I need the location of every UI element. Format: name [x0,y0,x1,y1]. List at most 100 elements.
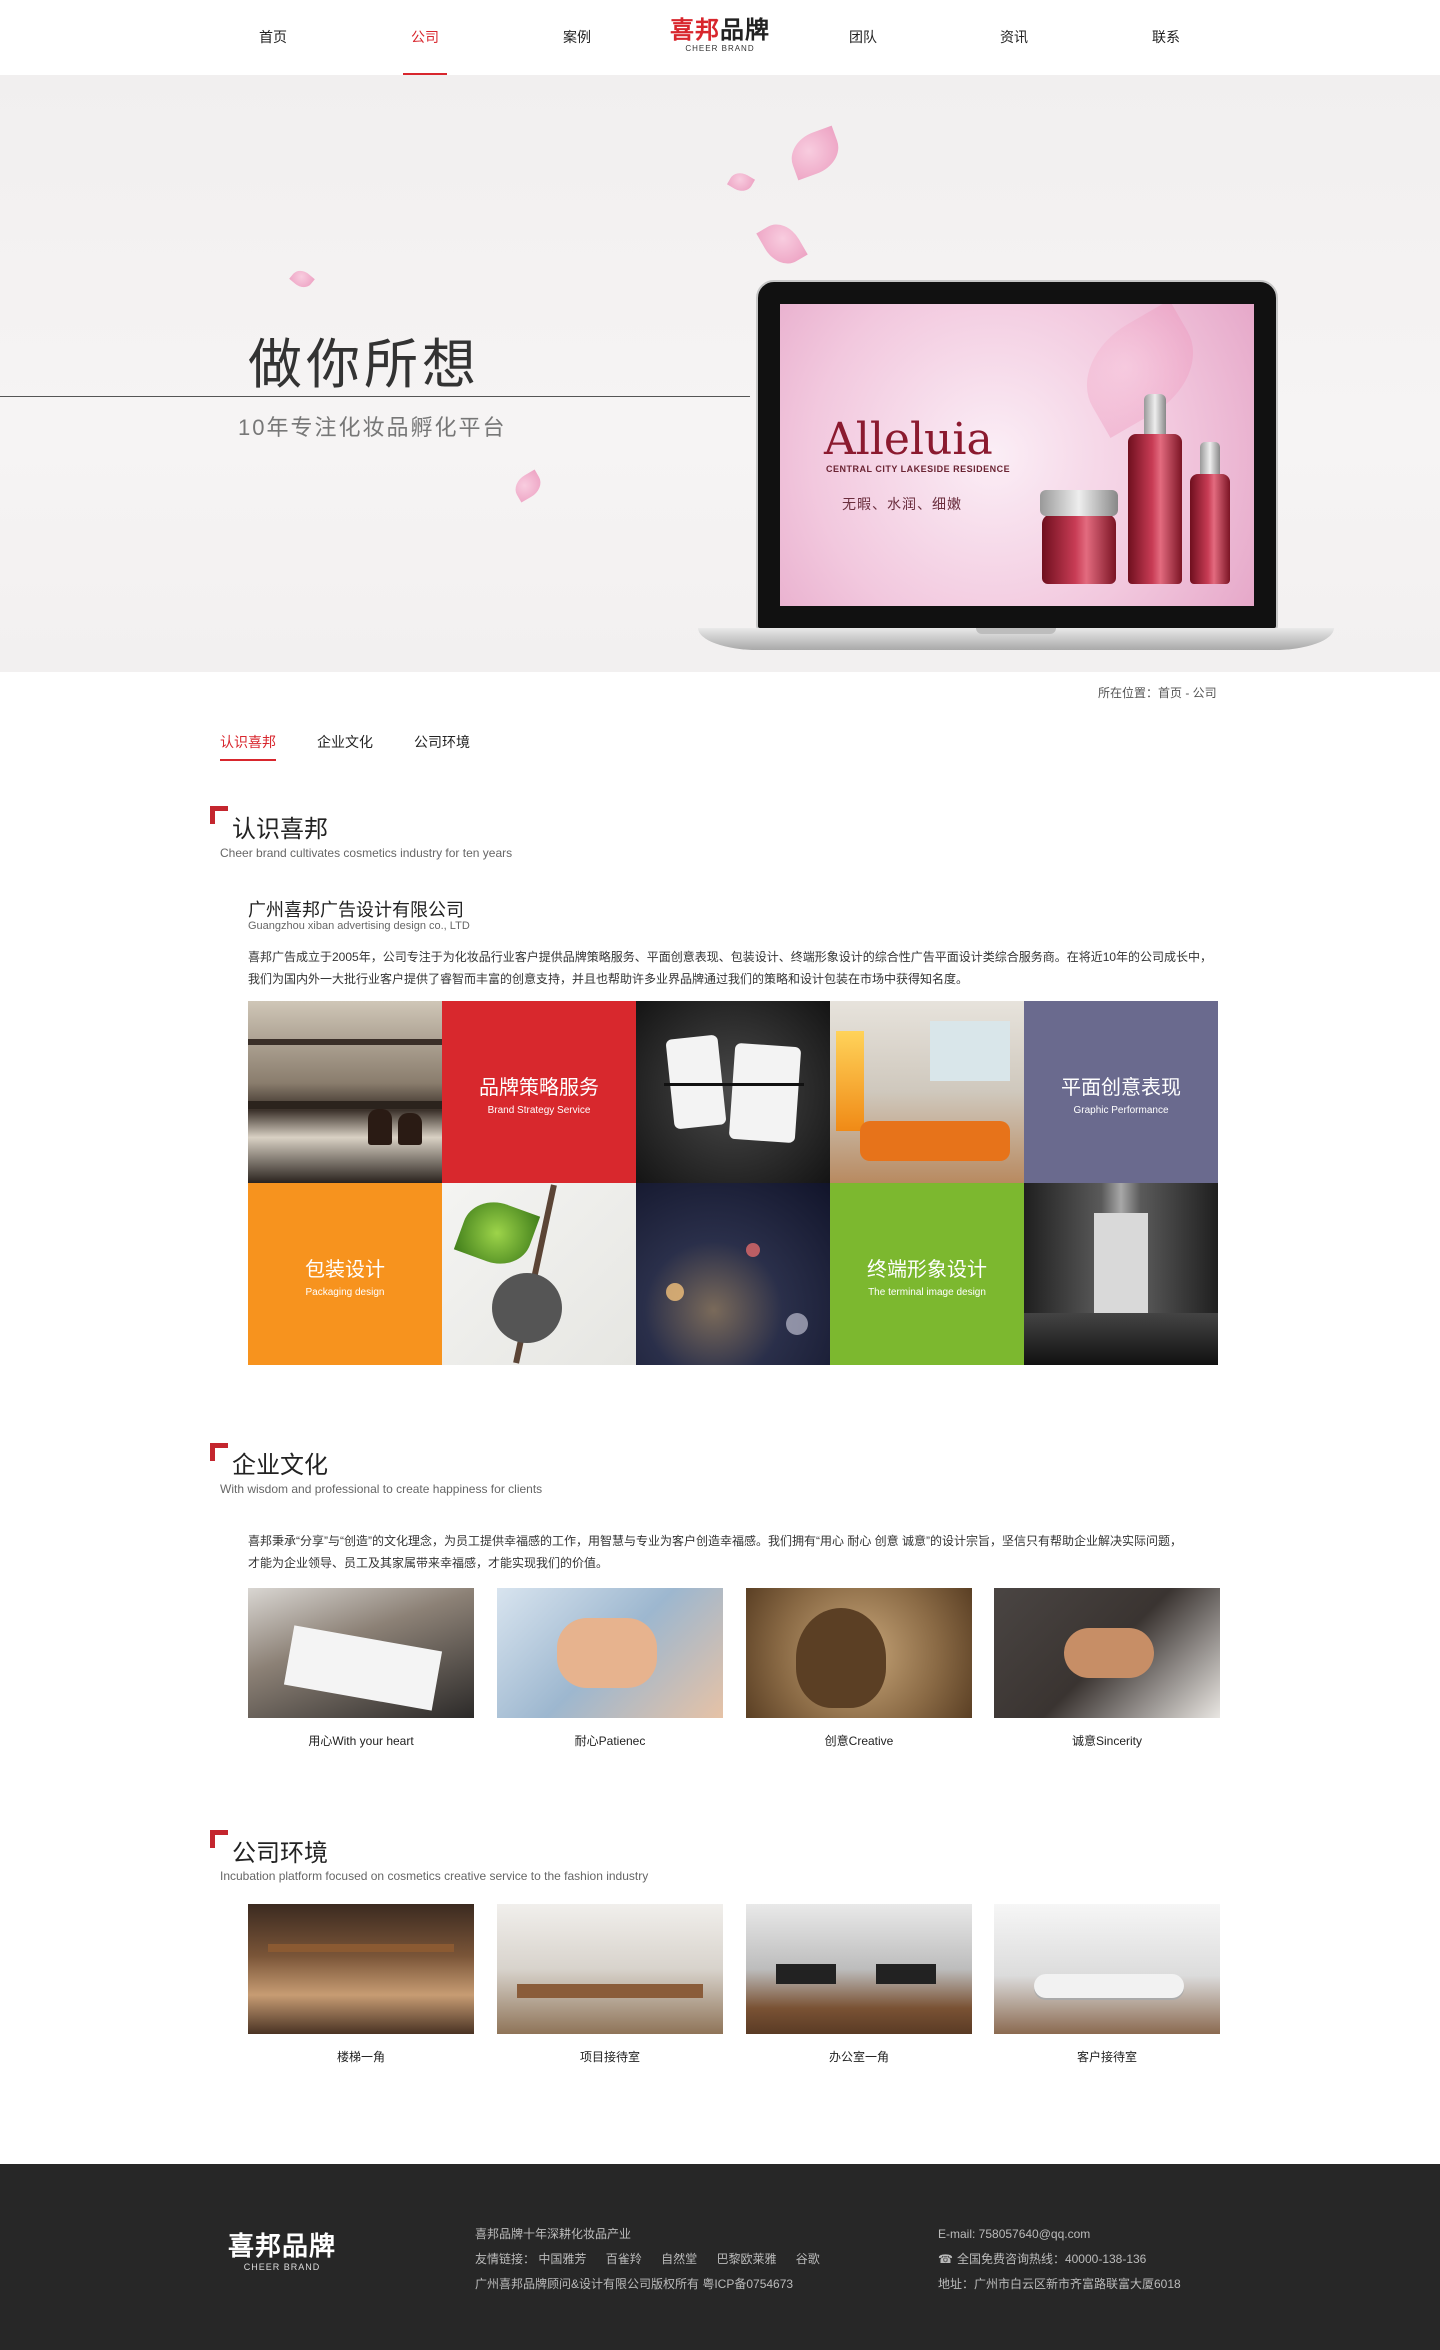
footer-links: 友情链接： 中国雅芳 百雀羚 自然堂 巴黎欧莱雅 谷歌 [475,2247,836,2272]
petal-decoration [1065,304,1215,438]
footer-email[interactable]: E-mail: 758057640@qq.com [938,2222,1181,2247]
lotion-bottle [1190,442,1230,584]
tab-about[interactable]: 认识喜邦 [220,732,276,762]
photo-tile-plant [442,1183,636,1365]
corridor-end [1094,1213,1148,1313]
photo-tile-corridor [1024,1183,1218,1365]
footer-hotline-row: ☎ 全国免费咨询热线：40000-138-136 [938,2247,1181,2272]
laptop-image: Alleluia CENTRAL CITY LAKESIDE RESIDENCE… [698,280,1334,655]
nav-home[interactable]: 首页 [228,0,318,75]
petal-decoration [726,168,756,196]
shelf-bottle [398,1113,422,1145]
flip-divider [664,1083,804,1086]
hero-banner: 做你所想 10年专注化妆品孵化平台 Alleluia CENTRAL CITY … [0,75,1440,672]
environment-photo-stairs [248,1904,474,2034]
footer-slogan: 喜邦品牌十年深耕化妆品产业 [475,2227,632,2241]
environment-card[interactable]: 办公室一角 [746,1904,972,2065]
footer-contact: E-mail: 758057640@qq.com ☎ 全国免费咨询热线：40000… [938,2222,1181,2297]
photo-tile-lounge [830,1001,1024,1183]
nav-team[interactable]: 团队 [818,0,908,75]
nav-news[interactable]: 资讯 [969,0,1059,75]
section-corner-mark [210,806,228,824]
footer-link-avon[interactable]: 中国雅芳 [538,2252,586,2266]
page: 首页 公司 案例 喜邦品牌 CHEER BRAND 团队 资讯 联系 做你所想 … [0,0,1440,2350]
petal-decoration [756,216,808,272]
culture-subtitle: With wisdom and professional to create h… [220,1482,543,1496]
corridor-floor [1024,1313,1218,1365]
culture-card[interactable]: 用心With your heart [248,1588,474,1749]
culture-card[interactable]: 创意Creative [746,1588,972,1749]
environment-card[interactable]: 客户接待室 [994,1904,1220,2065]
laptop-screen: Alleluia CENTRAL CITY LAKESIDE RESIDENCE… [780,304,1254,606]
monitors [776,1964,836,1984]
footer-logo[interactable]: 喜邦品牌 CHEER BRAND [220,2232,344,2272]
service-tile-graphic[interactable]: 平面创意表现 Graphic Performance [1024,1001,1218,1183]
logo-mark: 喜邦品牌 [663,17,777,43]
footer-hotline: 全国免费咨询热线：40000-138-136 [956,2252,1147,2266]
sign-circle [492,1273,562,1343]
service-subtitle: The terminal image design [868,1287,986,1298]
environment-card[interactable]: 楼梯一角 [248,1904,474,2065]
screen-tagline: 无暇、水润、细嫩 [842,496,962,512]
laptop-lid: Alleluia CENTRAL CITY LAKESIDE RESIDENCE… [756,280,1278,630]
petal-decoration [289,266,315,292]
service-title: 品牌策略服务 [479,1077,599,1099]
footer-logo-sub: CHEER BRAND [243,2262,321,2272]
environment-subtitle: Incubation platform focused on cosmetics… [220,1869,649,1883]
service-tile-terminal[interactable]: 终端形象设计 The terminal image design [830,1183,1024,1365]
culture-photo-creative [746,1588,972,1718]
footer-link-google[interactable]: 谷歌 [796,2252,820,2266]
culture-caption: 创意Creative [824,1734,894,1748]
footer-logo-mark: 喜邦品牌 [227,2232,336,2262]
logo[interactable]: 喜邦品牌 CHEER BRAND [663,17,777,61]
footer-link-pechoin[interactable]: 百雀羚 [606,2252,642,2266]
handshake [1064,1628,1154,1678]
footer-link-loreal[interactable]: 巴黎欧莱雅 [716,2252,776,2266]
culture-card[interactable]: 诚意Sincerity [994,1588,1220,1749]
service-subtitle: Brand Strategy Service [487,1105,591,1116]
nav-cases[interactable]: 案例 [532,0,622,75]
environment-caption: 楼梯一角 [336,2050,385,2064]
wood-beam [268,1944,454,1952]
company-name-en: Guangzhou xiban advertising design co., … [248,920,470,932]
environment-card[interactable]: 项目接待室 [497,1904,723,2065]
culture-photo-heart [248,1588,474,1718]
orange-sofas [860,1121,1010,1161]
shelf-board [248,1039,442,1045]
culture-title: 企业文化 [232,1452,328,1479]
service-title: 终端形象设计 [867,1259,987,1281]
gear-head [796,1608,886,1708]
tab-environment[interactable]: 公司环境 [414,732,470,762]
service-tile-packaging[interactable]: 包装设计 Packaging design [248,1183,442,1365]
desk [517,1984,703,1998]
environment-title: 公司环境 [232,1840,328,1867]
bokeh [786,1313,808,1335]
photo-tile-flip-clock [636,1001,830,1183]
environment-photo-client-room [994,1904,1220,2034]
footer-info: 喜邦品牌十年深耕化妆品产业 友情链接： 中国雅芳 百雀羚 自然堂 巴黎欧莱雅 谷… [475,2222,836,2297]
flip-card [728,1042,802,1144]
logo-mark-red: 喜邦 [670,15,720,44]
breadcrumb: 所在位置：首页 - 公司 [1098,686,1217,700]
about-paragraph: 喜邦广告成立于2005年，公司专注于为化妆品行业客户提供品牌策略服务、平面创意表… [248,950,1213,986]
culture-caption: 诚意Sincerity [1071,1734,1142,1748]
footer-link-chando[interactable]: 自然堂 [661,2252,697,2266]
culture-card[interactable]: 耐心Patienec [497,1588,723,1749]
environment-photo-project-room [497,1904,723,2034]
nav-contact[interactable]: 联系 [1121,0,1211,75]
company-name: 广州喜邦广告设计有限公司 [248,900,464,920]
tab-culture[interactable]: 企业文化 [317,732,373,762]
petal-decoration [784,125,846,181]
about-title: 认识喜邦 [232,816,328,843]
section-corner-mark [210,1830,228,1848]
service-tile-brand-strategy[interactable]: 品牌策略服务 Brand Strategy Service [442,1001,636,1183]
service-title: 包装设计 [305,1259,385,1281]
environment-caption: 项目接待室 [579,2050,640,2064]
nav-company[interactable]: 公司 [380,0,470,75]
monitors [876,1964,936,1984]
leaf [453,1192,541,1274]
banner-subtitle: 10年专注化妆品孵化平台 [238,415,507,440]
about-subtitle: Cheer brand cultivates cosmetics industr… [220,846,513,860]
logo-sub: CHEER BRAND [685,44,755,53]
environment-photo-office [746,1904,972,2034]
